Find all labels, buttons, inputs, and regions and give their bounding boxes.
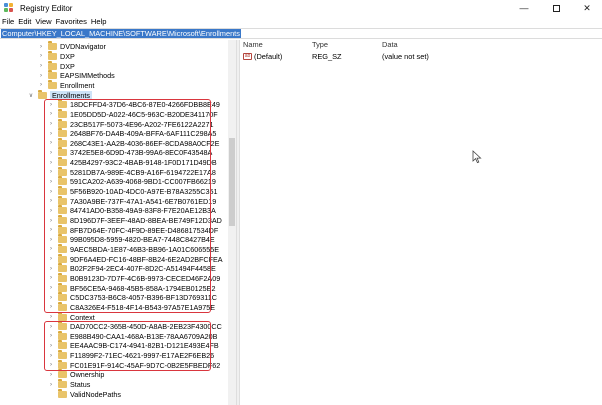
- tree-item[interactable]: › Enrollment: [38, 79, 95, 91]
- menu-favorites[interactable]: Favorites: [56, 17, 87, 26]
- folder-icon: [48, 50, 57, 60]
- chevron-right-icon[interactable]: ›: [48, 382, 54, 388]
- chevron-right-icon[interactable]: ›: [48, 372, 54, 378]
- folder-icon: [48, 41, 57, 51]
- tree-item-label: Enrollment: [60, 80, 95, 90]
- tree-scrollbar[interactable]: [228, 40, 236, 405]
- value-data: (value not set): [382, 52, 429, 61]
- title-bar: Registry Editor — ✕: [0, 0, 602, 16]
- column-header-name[interactable]: Name: [243, 40, 263, 50]
- folder-icon: [58, 369, 67, 379]
- value-name: (Default): [254, 52, 283, 61]
- tree-item-label: ValidNodePaths: [70, 389, 122, 399]
- chevron-right-icon[interactable]: ›: [38, 82, 44, 88]
- tree-item[interactable]: › Ownership: [48, 369, 105, 380]
- column-header-type[interactable]: Type: [312, 40, 328, 50]
- value-row[interactable]: ab (Default): [243, 52, 282, 61]
- tree-pane[interactable]: › DVDNavigator › DXP › DXP › EAPSIMMethods › Enro…: [0, 40, 236, 405]
- menu-bar: File Edit View Favorites Help: [0, 16, 602, 27]
- tree-item[interactable]: › Status: [48, 379, 91, 390]
- tree-item-label: Status: [70, 380, 91, 390]
- registry-editor-icon: [4, 3, 14, 13]
- folder-icon: [48, 70, 57, 80]
- chevron-right-icon[interactable]: ›: [38, 44, 44, 50]
- tree-item-label: DVDNavigator: [60, 42, 106, 52]
- close-icon: ✕: [583, 2, 591, 13]
- menu-file[interactable]: File: [2, 17, 14, 26]
- values-pane[interactable]: Name Type Data ab (Default) REG_SZ (valu…: [240, 40, 602, 405]
- folder-icon: [58, 388, 67, 398]
- chevron-right-icon[interactable]: ›: [38, 73, 44, 79]
- folder-icon: [58, 379, 67, 389]
- folder-icon: [38, 89, 47, 99]
- mouse-cursor-icon: [472, 150, 482, 164]
- tree-item-label: DXP: [60, 51, 75, 61]
- tree-item-label: Ownership: [70, 370, 105, 380]
- minimize-button[interactable]: —: [509, 0, 539, 16]
- folder-icon: [58, 311, 67, 321]
- tree-scrollbar-thumb[interactable]: [229, 138, 235, 226]
- folder-icon: [48, 60, 57, 70]
- menu-view[interactable]: View: [35, 17, 51, 26]
- tree-item[interactable]: › DXP: [38, 50, 75, 62]
- chevron-right-icon[interactable]: ›: [48, 314, 54, 320]
- tree-item[interactable]: › DXP: [38, 60, 75, 71]
- close-button[interactable]: ✕: [572, 0, 602, 16]
- column-header-data[interactable]: Data: [382, 40, 398, 50]
- chevron-right-icon[interactable]: ›: [38, 53, 44, 59]
- maximize-icon: [552, 4, 560, 12]
- menu-edit[interactable]: Edit: [18, 17, 31, 26]
- address-bar[interactable]: Computer\HKEY_LOCAL_MACHINE\SOFTWARE\Mic…: [0, 28, 602, 39]
- tree-item[interactable]: ValidNodePaths: [48, 388, 122, 399]
- string-value-icon: ab: [243, 53, 252, 60]
- minimize-icon: —: [519, 3, 529, 13]
- window-title: Registry Editor: [20, 3, 73, 13]
- chevron-down-icon[interactable]: ∨: [28, 92, 34, 99]
- folder-icon: [48, 79, 57, 89]
- address-path[interactable]: Computer\HKEY_LOCAL_MACHINE\SOFTWARE\Mic…: [1, 29, 241, 38]
- tree-item-label: DXP: [60, 61, 75, 71]
- highlight-box-group-1: [44, 98, 211, 313]
- highlight-box-group-2: [44, 320, 211, 371]
- maximize-button[interactable]: [541, 0, 571, 16]
- chevron-right-icon[interactable]: ›: [38, 63, 44, 69]
- menu-help[interactable]: Help: [91, 17, 107, 26]
- value-type: REG_SZ: [312, 52, 342, 61]
- tree-item-label: EAPSIMMethods: [60, 71, 115, 81]
